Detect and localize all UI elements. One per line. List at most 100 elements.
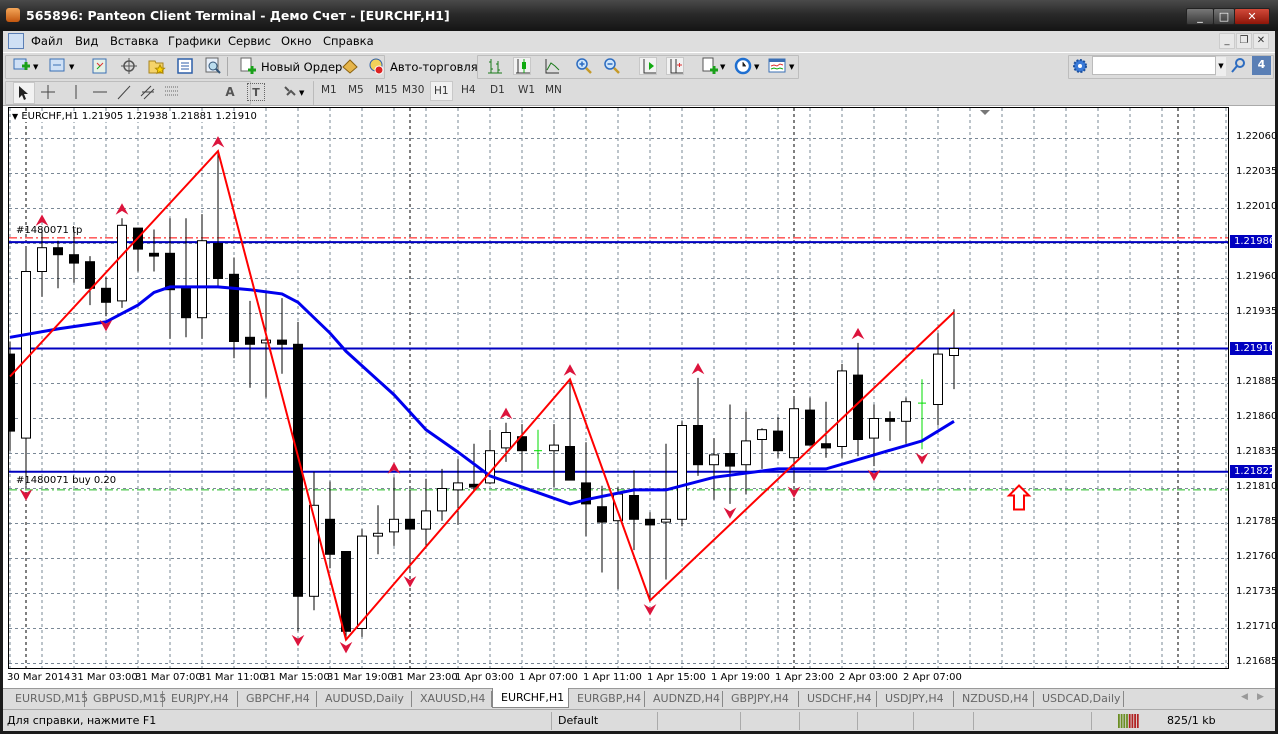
bar-chart-icon[interactable] [486,57,504,75]
price-tick-label: 1.21885 [1236,375,1278,387]
connection-bar [1131,714,1134,728]
indicators-icon[interactable] [701,57,719,75]
chart-tab[interactable]: GBPCHF,H4 [238,691,317,707]
connection-status-icon [1118,714,1140,731]
chart-tab[interactable]: NZDUSD,H4 [954,691,1034,707]
timeframe-d1[interactable]: D1 [490,84,505,96]
candle-bullish [373,532,383,537]
equidistant-channel-icon[interactable] [139,83,157,101]
fractal-down-icon [339,641,353,654]
arrows-icon[interactable] [281,83,299,101]
vertical-line-icon[interactable] [67,83,85,101]
tabs-scroll-left-icon[interactable]: ◀ [1241,692,1248,702]
templates-icon[interactable] [768,57,786,75]
window-title: 565896: Panteon Client Terminal - Демо С… [26,8,450,23]
chart-tab[interactable]: GBPUSD,M15 [85,691,166,707]
maximize-button[interactable]: □ [1213,8,1235,25]
menu-tools[interactable]: Сервис [228,34,271,48]
chart-menu-triangle-icon[interactable]: ▼ [12,112,18,121]
new-order-button[interactable]: Новый Ордер [261,60,342,74]
templates-dropdown-icon[interactable]: ▼ [789,63,794,71]
timeframe-mn[interactable]: MN [545,84,562,96]
chart-tab[interactable]: EURJPY,H4 [163,691,238,707]
search-icon[interactable] [1229,57,1247,75]
mdi-minimize-button[interactable]: _ [1219,33,1235,49]
candle-bearish [597,506,607,523]
tabs-scroll-right-icon[interactable]: ▶ [1257,692,1264,702]
price-chart[interactable] [8,107,1229,669]
timeframe-h4[interactable]: H4 [461,84,476,96]
chart-tab[interactable]: USDJPY,H4 [877,691,954,707]
chart-tab[interactable]: EURCHF,H1 [492,688,569,708]
chart-tab[interactable]: EURGBP,H4 [569,691,645,707]
profiles-icon[interactable] [49,57,67,75]
periods-clock-icon[interactable] [734,57,752,75]
mdi-restore-button[interactable]: ❐ [1236,33,1252,49]
chart-tab[interactable]: AUDNZD,H4 [645,691,723,707]
close-button[interactable]: ✕ [1234,8,1270,25]
tp-line-label: #1480071 tp [16,225,83,236]
auto-trading-button[interactable]: Авто-торговля [390,60,478,74]
menu-file[interactable]: Файл [31,34,63,48]
terminal-icon[interactable] [176,57,194,75]
minimize-button[interactable]: _ [1186,8,1214,25]
new-chart-dropdown-icon[interactable]: ▼ [33,63,38,71]
settings-gear-icon[interactable] [1071,57,1089,75]
menu-view[interactable]: Вид [75,34,98,48]
crosshair-icon[interactable] [120,57,138,75]
horizontal-line-icon[interactable] [91,83,109,101]
periods-dropdown-icon[interactable]: ▼ [754,63,759,71]
time-tick-label: 31 Mar 19:00 [327,672,394,683]
price-level-label: 1.21986 [1230,235,1275,249]
candle-bullish [837,370,847,447]
chart-tab[interactable]: EURUSD,M15 [7,691,88,707]
menu-insert[interactable]: Вставка [110,34,159,48]
zoom-in-icon[interactable] [575,57,593,75]
line-chart-icon[interactable] [543,57,561,75]
status-bar: Для справки, нажмите F1 Default 825/1 kb [3,709,1275,731]
chart-tab[interactable]: AUDUSD,Daily [317,691,412,707]
status-divider [913,712,914,730]
notifications-badge[interactable]: 4 [1252,56,1271,75]
search-input[interactable] [1092,56,1216,75]
cursor-arrow-icon[interactable] [13,82,35,104]
timeframe-w1[interactable]: W1 [518,84,535,96]
market-watch-icon[interactable] [91,57,109,75]
timeframe-m30[interactable]: M30 [402,84,424,96]
menu-help[interactable]: Справка [323,34,374,48]
arrows-dropdown-icon[interactable]: ▼ [299,89,304,97]
timeframe-m15[interactable]: M15 [375,84,397,96]
menu-charts[interactable]: Графики [168,34,221,48]
new-chart-icon[interactable] [13,57,31,75]
new-order-icon[interactable] [239,57,257,75]
timeframe-h1[interactable]: H1 [430,81,453,101]
crosshair-tool-icon[interactable] [39,83,57,101]
auto-trading-icon[interactable] [367,57,385,75]
candlestick-chart-icon[interactable] [513,57,531,75]
chart-tab[interactable]: USDCAD,Daily [1034,691,1124,707]
chart-tab[interactable]: USDCHF,H4 [799,691,877,707]
profiles-dropdown-icon[interactable]: ▼ [69,63,74,71]
indicators-dropdown-icon[interactable]: ▼ [720,63,725,71]
auto-scroll-icon[interactable] [639,57,657,75]
order-line-label: #1480071 buy 0.20 [16,475,117,486]
timeframe-m5[interactable]: M5 [348,84,364,96]
strategy-tester-icon[interactable] [204,57,222,75]
time-tick-label: 2 Apr 07:00 [903,672,962,683]
menu-window[interactable]: Окно [281,34,312,48]
chart-tab[interactable]: XAUUSD,H4 [412,691,492,707]
fibonacci-icon[interactable] [163,83,181,101]
navigator-icon[interactable] [148,57,166,75]
chart-tab[interactable]: GBPJPY,H4 [723,691,799,707]
candle-bullish [117,224,127,302]
zoom-out-icon[interactable] [603,57,621,75]
history-center-icon[interactable] [341,57,359,75]
candle-bearish [277,339,287,345]
mdi-close-button[interactable]: ✕ [1253,33,1269,49]
timeframe-m1[interactable]: M1 [321,84,337,96]
search-dropdown-icon[interactable]: ▼ [1216,57,1226,76]
chart-shift-icon[interactable] [666,57,684,75]
text-tool-icon[interactable]: A [221,83,239,101]
price-tick-label: 1.21860 [1236,410,1278,422]
trendline-icon[interactable] [115,83,133,101]
